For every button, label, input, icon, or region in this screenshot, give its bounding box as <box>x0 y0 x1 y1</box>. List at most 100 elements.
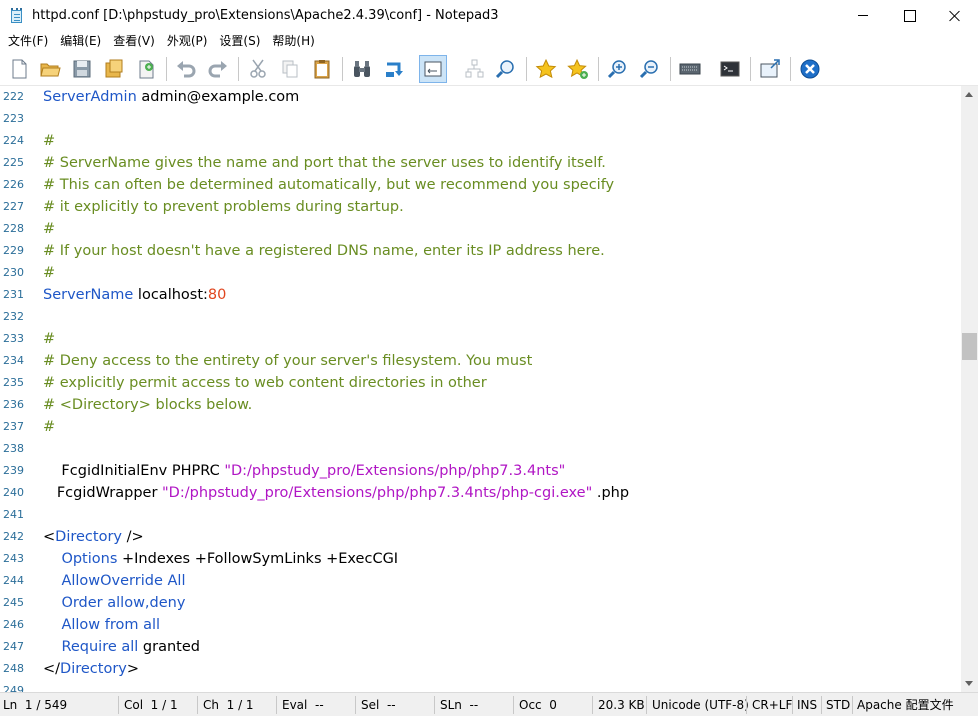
keyboard-icon[interactable] <box>676 55 704 83</box>
save-copy-icon[interactable] <box>132 55 160 83</box>
code-line[interactable]: Options +Indexes +FollowSymLinks +ExecCG… <box>43 548 398 570</box>
code-line[interactable]: AllowOverride All <box>43 570 185 592</box>
menu-appearance[interactable]: 外观(P) <box>161 31 214 51</box>
terminal-icon[interactable] <box>716 55 744 83</box>
code-token: "D:/phpstudy_pro/Extensions/php/php7.3.4… <box>162 485 593 501</box>
code-line[interactable]: Require all granted <box>43 636 200 658</box>
code-line[interactable]: FcgidWrapper "D:/phpstudy_pro/Extensions… <box>43 482 629 504</box>
code-token: # <box>43 419 56 435</box>
status-line: Ln 1 / 549 <box>3 698 68 712</box>
line-number: 237 <box>3 420 24 433</box>
code-line[interactable]: FcgidInitialEnv PHPRC "D:/phpstudy_pro/E… <box>43 460 565 482</box>
code-line[interactable]: # <Directory> blocks below. <box>43 394 252 416</box>
code-token: # This can often be determined automatic… <box>43 177 615 193</box>
zoom-out-icon[interactable] <box>636 55 664 83</box>
replace-icon[interactable] <box>380 55 408 83</box>
vertical-scrollbar[interactable] <box>961 86 978 692</box>
zoom-in-icon[interactable] <box>604 55 632 83</box>
line-number: 242 <box>3 530 24 543</box>
code-token: FcgidInitialEnv PHPRC <box>43 463 225 479</box>
code-token: Options <box>61 551 118 567</box>
scroll-down-arrow-icon[interactable] <box>961 675 978 692</box>
paste-icon[interactable] <box>308 55 336 83</box>
tree-icon[interactable] <box>460 55 488 83</box>
scrollbar-thumb[interactable] <box>962 333 977 360</box>
line-number: 231 <box>3 288 24 301</box>
status-occurrences: Occ 0 <box>519 698 557 712</box>
add-bookmark-icon[interactable] <box>564 55 592 83</box>
pin-icon[interactable] <box>756 55 784 83</box>
cut-icon[interactable] <box>244 55 272 83</box>
exit-icon[interactable] <box>796 55 824 83</box>
code-token: # If your host doesn't have a registered… <box>43 243 605 259</box>
code-line[interactable]: # <box>43 130 55 152</box>
status-lexer[interactable]: Apache 配置文件 <box>854 693 954 716</box>
line-number: 240 <box>3 486 24 499</box>
code-line[interactable]: ServerAdmin admin@example.com <box>43 86 299 108</box>
redo-icon[interactable] <box>204 55 232 83</box>
status-ins-mode[interactable]: INS <box>794 693 817 716</box>
code-line[interactable]: Allow from all <box>43 614 160 636</box>
menu-file[interactable]: 文件(F) <box>2 31 54 51</box>
line-number: 233 <box>3 332 24 345</box>
zoom-fit-icon[interactable] <box>492 55 520 83</box>
code-token: # <box>43 133 56 149</box>
code-line[interactable]: # <box>43 218 55 240</box>
status-eol[interactable]: CR+LF <box>749 693 792 716</box>
code-token: < <box>43 529 56 545</box>
code-line[interactable]: # <box>43 262 55 284</box>
menu-settings[interactable]: 设置(S) <box>213 31 266 51</box>
line-number: 227 <box>3 200 24 213</box>
code-line[interactable]: # <box>43 328 55 350</box>
menu-view[interactable]: 查看(V) <box>107 31 161 51</box>
word-wrap-icon[interactable] <box>419 55 447 83</box>
bookmark-star-icon[interactable] <box>532 55 560 83</box>
undo-icon[interactable] <box>172 55 200 83</box>
code-line[interactable]: # ServerName gives the name and port tha… <box>43 152 606 174</box>
code-line[interactable]: # Deny access to the entirety of your se… <box>43 350 532 372</box>
window-controls <box>840 0 978 31</box>
menu-help[interactable]: 帮助(H) <box>266 31 320 51</box>
copy-icon[interactable] <box>276 55 304 83</box>
save-as-icon[interactable] <box>100 55 128 83</box>
scroll-up-arrow-icon[interactable] <box>961 86 978 103</box>
code-line[interactable]: ServerName localhost:80 <box>43 284 226 306</box>
editor-area[interactable]: 222 223 224 225 226 227 228 229 230 231 232 233 234 2… <box>0 86 961 692</box>
status-std-mode[interactable]: STD <box>823 693 850 716</box>
new-file-icon[interactable] <box>5 55 33 83</box>
code-token: FcgidWrapper <box>43 485 163 501</box>
line-number: 226 <box>3 178 24 191</box>
menu-edit[interactable]: 编辑(E) <box>54 31 107 51</box>
code-token: admin@example.com <box>136 89 300 105</box>
line-number: 239 <box>3 464 24 477</box>
save-icon[interactable] <box>68 55 96 83</box>
line-number: 247 <box>3 640 24 653</box>
line-number: 243 <box>3 552 24 565</box>
line-number: 249 <box>3 684 24 692</box>
status-selected-lines: SLn -- <box>440 698 479 712</box>
open-folder-icon[interactable] <box>36 55 64 83</box>
code-token: granted <box>138 639 200 655</box>
code-line[interactable]: # it explicitly to prevent problems duri… <box>43 196 404 218</box>
minimize-icon[interactable] <box>840 0 886 31</box>
menu-bar: 文件(F) 编辑(E) 查看(V) 外观(P) 设置(S) 帮助(H) <box>0 31 978 51</box>
code-line[interactable]: # This can often be determined automatic… <box>43 174 614 196</box>
code-line[interactable]: Order allow,deny <box>43 592 185 614</box>
line-number: 225 <box>3 156 24 169</box>
code-line[interactable]: # explicitly permit access to web conten… <box>43 372 487 394</box>
line-number: 224 <box>3 134 24 147</box>
code-line[interactable]: </Directory> <box>43 658 139 680</box>
maximize-icon[interactable] <box>886 0 932 31</box>
close-icon[interactable] <box>932 0 978 31</box>
title-bar: httpd.conf [D:\phpstudy_pro\Extensions\A… <box>0 0 978 31</box>
line-number: 232 <box>3 310 24 323</box>
code-token: /> <box>122 529 144 545</box>
find-icon[interactable] <box>348 55 376 83</box>
code-line[interactable]: <Directory /> <box>43 526 144 548</box>
status-encoding[interactable]: Unicode (UTF-8) <box>649 693 749 716</box>
code-line[interactable]: # <box>43 416 55 438</box>
code-line[interactable]: # If your host doesn't have a registered… <box>43 240 605 262</box>
line-number: 229 <box>3 244 24 257</box>
